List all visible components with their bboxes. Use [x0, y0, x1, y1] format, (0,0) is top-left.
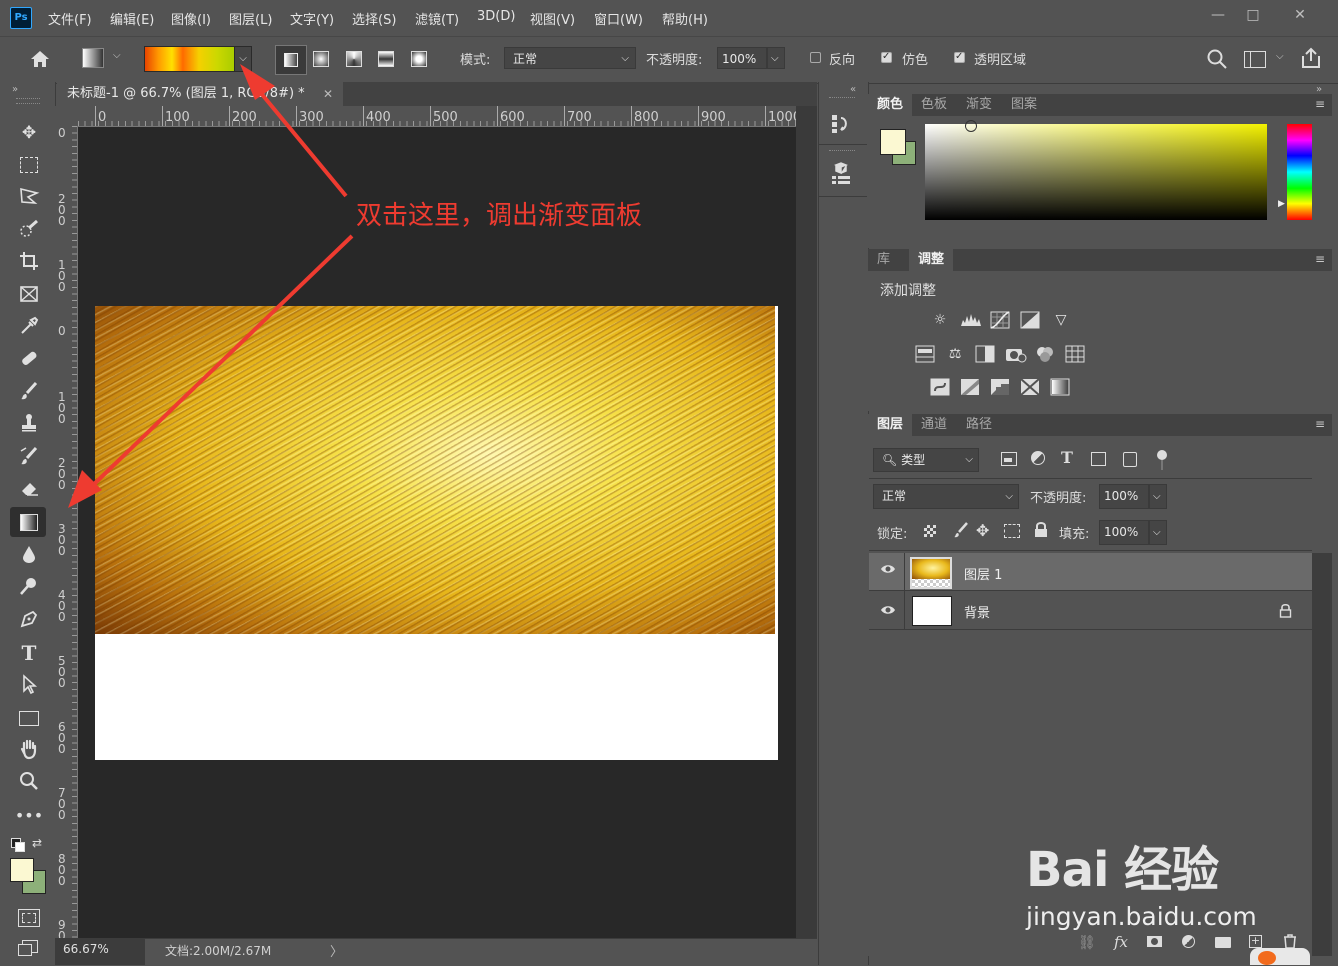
levels-icon[interactable] — [960, 311, 981, 329]
layer-thumbnail[interactable] — [910, 557, 952, 589]
blend-mode-value: 正常 — [882, 489, 907, 503]
watermark-brand: Bai 经验 — [1026, 842, 1219, 898]
drag-handle[interactable] — [829, 150, 855, 154]
filter-adjustment-icon[interactable] — [1031, 451, 1045, 465]
posterize-icon[interactable] — [960, 378, 980, 396]
selective-color-icon[interactable] — [1020, 378, 1040, 396]
collapsed-panel-dock — [818, 82, 869, 965]
filter-toggle-icon[interactable] — [1157, 450, 1167, 470]
hue-slider[interactable] — [1287, 124, 1312, 220]
tab-libraries[interactable]: 库 — [868, 249, 899, 271]
tab-channels[interactable]: 通道 — [912, 414, 956, 436]
ime-badge — [1250, 948, 1310, 965]
lock-position-icon[interactable]: ✥ — [976, 521, 989, 540]
filter-shape-icon[interactable] — [1091, 452, 1106, 466]
divider — [904, 591, 905, 629]
new-layer-icon[interactable]: + — [1249, 935, 1262, 948]
layers-scrollbar[interactable] — [1312, 553, 1332, 956]
chevron-down-icon: ⌵ — [965, 454, 973, 465]
lock-all-icon[interactable] — [1034, 522, 1048, 542]
black-white-icon[interactable] — [975, 345, 995, 363]
filter-type-value: 类型 — [901, 453, 926, 467]
eye-icon[interactable] — [880, 604, 896, 620]
divider — [869, 550, 1312, 551]
collapse-dock-icon[interactable]: « — [850, 84, 856, 95]
arrow-up-line — [258, 90, 348, 198]
layer-opacity-label: 不透明度: — [1030, 491, 1087, 506]
layer-thumbnail[interactable] — [912, 596, 952, 626]
add-adjustment-title: 添加调整 — [880, 283, 936, 299]
drag-handle[interactable] — [829, 97, 855, 101]
panel-menu-icon[interactable]: ≡ — [1315, 97, 1325, 111]
color-picker-cursor[interactable] — [965, 120, 977, 132]
filter-search-icon: 🔍︎ — [882, 453, 898, 467]
lock-transparent-icon[interactable] — [924, 525, 936, 537]
photo-filter-icon[interactable] — [1005, 345, 1027, 363]
divider — [869, 629, 1312, 630]
layer-opacity-dropdown[interactable]: ⌵ — [1149, 484, 1167, 509]
blend-mode-select[interactable]: 正常 ⌵ — [873, 484, 1019, 509]
properties-panel-icon[interactable] — [830, 162, 852, 190]
layers-panel-tabs: 图层 通道 路径 — [868, 414, 1332, 436]
filter-pixel-icon[interactable] — [1001, 452, 1017, 466]
tab-color[interactable]: 颜色 — [868, 94, 913, 116]
watermark-url: jingyan.baidu.com — [1026, 902, 1257, 931]
arrow-up-head — [240, 64, 275, 100]
eye-icon[interactable] — [880, 563, 896, 579]
color-panel-tabs: 颜色 色板 渐变 图案 — [868, 94, 1332, 116]
lock-pixels-icon[interactable] — [952, 521, 970, 543]
hue-saturation-icon[interactable] — [915, 345, 935, 363]
channel-mixer-icon[interactable] — [1035, 345, 1055, 363]
lock-icon — [1279, 603, 1292, 622]
lock-label: 锁定: — [877, 527, 908, 542]
fill-label: 填充: — [1059, 527, 1090, 542]
foreground-color-chip[interactable] — [880, 129, 906, 155]
tab-adjustments[interactable]: 调整 — [909, 249, 954, 271]
adjustment-layer-icon[interactable] — [1182, 935, 1195, 948]
mask-icon[interactable] — [1147, 936, 1162, 947]
panel-menu-icon[interactable]: ≡ — [1315, 252, 1325, 266]
divider — [819, 144, 867, 145]
panel-menu-icon[interactable]: ≡ — [1315, 417, 1325, 431]
vibrance-icon[interactable]: ▽ — [1051, 311, 1071, 329]
brightness-icon[interactable]: ☼ — [930, 311, 950, 329]
color-lookup-icon[interactable] — [1065, 345, 1085, 363]
filter-smart-object-icon[interactable] — [1123, 452, 1137, 467]
filter-type-icon[interactable]: T — [1061, 448, 1073, 467]
tab-layers[interactable]: 图层 — [868, 414, 913, 436]
folder-icon[interactable] — [1215, 937, 1231, 948]
curves-icon[interactable] — [990, 311, 1010, 329]
link-icon[interactable]: ⛓ — [1078, 935, 1096, 951]
hue-slider-handle-icon[interactable]: ▶ — [1278, 199, 1285, 209]
tab-swatches[interactable]: 色板 — [912, 94, 956, 116]
divider — [904, 553, 905, 590]
tab-paths[interactable]: 路径 — [957, 414, 1001, 436]
arrow-down-line — [88, 234, 354, 490]
layer-opacity-input[interactable]: 100% — [1099, 484, 1149, 509]
tab-gradients[interactable]: 渐变 — [957, 94, 1001, 116]
tab-patterns[interactable]: 图案 — [1002, 94, 1046, 116]
adjust-panel-tabs: 库 调整 — [868, 249, 1332, 271]
fill-dropdown[interactable]: ⌵ — [1149, 520, 1167, 545]
layer-filter-select[interactable]: 🔍︎ 类型 ⌵ — [873, 448, 979, 472]
fx-icon[interactable]: fx — [1114, 933, 1128, 951]
layer-name[interactable]: 图层 1 — [964, 564, 1002, 583]
divider — [819, 196, 867, 197]
color-balance-icon[interactable]: ⚖ — [945, 345, 965, 363]
color-spectrum[interactable] — [925, 124, 1267, 220]
lock-artboard-icon[interactable] — [1004, 524, 1020, 538]
gradient-map-icon[interactable] — [1050, 378, 1070, 396]
arrow-down-head — [68, 470, 102, 508]
fill-input[interactable]: 100% — [1099, 520, 1149, 545]
chevron-down-icon: ⌵ — [1005, 491, 1013, 502]
threshold-icon[interactable] — [990, 378, 1010, 396]
exposure-icon[interactable] — [1020, 311, 1040, 329]
divider — [869, 478, 1312, 479]
invert-icon[interactable] — [930, 378, 950, 396]
history-panel-icon[interactable] — [830, 112, 852, 140]
layer-name[interactable]: 背景 — [964, 602, 990, 621]
